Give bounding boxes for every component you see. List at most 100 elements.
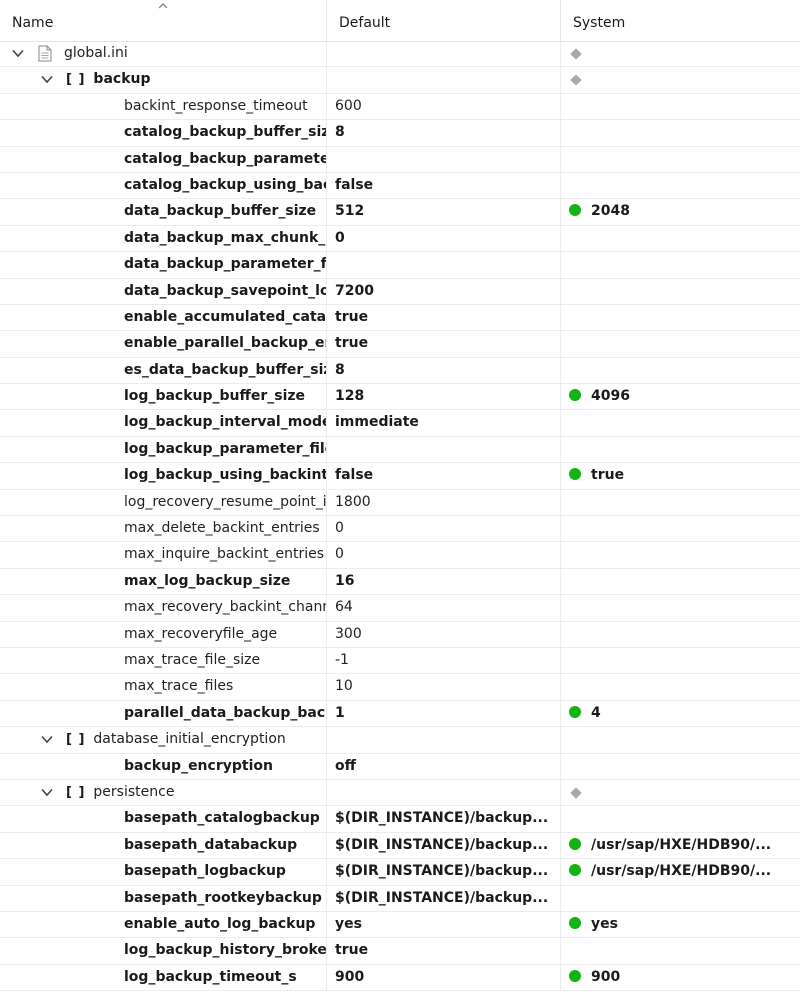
system-value-cell[interactable] <box>561 886 800 911</box>
system-value-cell[interactable] <box>561 67 800 92</box>
default-value[interactable]: immediate <box>327 410 561 436</box>
default-value[interactable]: 8 <box>327 357 561 384</box>
default-value[interactable]: yes <box>327 911 561 938</box>
default-value[interactable]: -1 <box>327 647 561 674</box>
default-value[interactable]: true <box>327 304 561 331</box>
system-value-cell[interactable] <box>561 648 800 673</box>
section-row[interactable]: [ ] backup <box>0 67 800 94</box>
default-value[interactable]: 512 <box>327 199 561 225</box>
default-value[interactable]: true <box>327 938 561 964</box>
parameter-row[interactable]: backint_response_timeout 600 <box>0 93 800 121</box>
file-row[interactable]: global.ini <box>0 41 800 68</box>
default-value[interactable]: off <box>327 753 561 779</box>
system-value-cell[interactable] <box>561 252 800 277</box>
parameter-row[interactable]: basepath_logbackup $(DIR_INSTANCE)/backup… <box>0 859 800 886</box>
default-value[interactable]: 10 <box>327 674 561 700</box>
chevron-down-icon[interactable] <box>11 41 25 66</box>
default-value[interactable]: 600 <box>327 93 561 120</box>
default-value[interactable]: 0 <box>327 516 561 542</box>
parameter-row[interactable]: basepath_databackup $(DIR_INSTANCE)/backu… <box>0 832 800 860</box>
parameter-row[interactable]: max_delete_backint_entries 0 <box>0 516 800 543</box>
system-value-cell[interactable] <box>561 780 800 805</box>
default-value[interactable] <box>327 436 561 463</box>
system-value-cell[interactable]: /usr/sap/HXE/HDB90/... <box>561 833 800 858</box>
default-value[interactable] <box>327 146 561 172</box>
parameter-row[interactable]: basepath_catalogbackup $(DIR_INSTANCE)/ba… <box>0 806 800 833</box>
default-value[interactable]: 0 <box>327 225 561 252</box>
section-row[interactable]: [ ] persistence <box>0 779 800 807</box>
parameter-row[interactable]: backup_encryption off <box>0 753 800 780</box>
parameter-row[interactable]: data_backup_savepoint_lock_timeout7200 <box>0 278 800 305</box>
default-value[interactable]: 64 <box>327 595 561 621</box>
default-value[interactable]: true <box>327 331 561 357</box>
parameter-row[interactable]: log_backup_history_broken true <box>0 938 800 965</box>
default-value[interactable]: $(DIR_INSTANCE)/backup... <box>327 832 561 859</box>
parameter-row[interactable]: enable_parallel_backup_encryptiontrue <box>0 331 800 358</box>
column-header-default[interactable]: Default <box>327 0 561 41</box>
default-value[interactable]: 300 <box>327 621 561 647</box>
system-value-cell[interactable]: 2048 <box>561 199 800 224</box>
system-value-cell[interactable] <box>561 754 800 779</box>
default-value[interactable] <box>327 67 561 93</box>
parameter-row[interactable]: es_data_backup_buffer_size 8 <box>0 357 800 385</box>
default-value[interactable]: 8 <box>327 120 561 146</box>
parameter-row[interactable]: enable_auto_log_backup yes yes <box>0 911 800 939</box>
default-value[interactable]: $(DIR_INSTANCE)/backup... <box>327 885 561 911</box>
default-value[interactable] <box>327 779 561 806</box>
parameter-row[interactable]: data_backup_parameter_file <box>0 252 800 279</box>
parameter-row[interactable]: max_recovery_backint_channels64 <box>0 595 800 622</box>
system-value-cell[interactable] <box>561 490 800 515</box>
system-value-cell[interactable] <box>561 94 800 119</box>
system-value-cell[interactable] <box>561 516 800 541</box>
default-value[interactable]: 128 <box>327 384 561 410</box>
parameter-row[interactable]: log_backup_parameter_file <box>0 436 800 464</box>
default-value[interactable]: $(DIR_INSTANCE)/backup... <box>327 859 561 885</box>
column-header-system[interactable]: System <box>561 0 800 41</box>
default-value[interactable]: $(DIR_INSTANCE)/backup... <box>327 806 561 832</box>
system-value-cell[interactable] <box>561 595 800 620</box>
system-value-cell[interactable] <box>561 331 800 356</box>
default-value[interactable]: 900 <box>327 964 561 991</box>
parameter-row[interactable]: max_log_backup_size 16 <box>0 568 800 596</box>
system-value-cell[interactable] <box>561 173 800 198</box>
system-value-cell[interactable] <box>561 41 800 66</box>
system-value-cell[interactable] <box>561 622 800 647</box>
default-value[interactable]: 1 <box>327 700 561 727</box>
default-value[interactable]: 7200 <box>327 278 561 304</box>
parameter-row[interactable]: log_backup_using_backint false true <box>0 463 800 490</box>
system-value-cell[interactable] <box>561 806 800 831</box>
system-value-cell[interactable] <box>561 305 800 330</box>
system-value-cell[interactable] <box>561 410 800 435</box>
system-value-cell[interactable] <box>561 120 800 145</box>
system-value-cell[interactable]: yes <box>561 912 800 937</box>
system-value-cell[interactable] <box>561 542 800 567</box>
chevron-down-icon[interactable] <box>40 727 54 752</box>
system-value-cell[interactable]: /usr/sap/HXE/HDB90/... <box>561 859 800 884</box>
parameter-row[interactable]: max_inquire_backint_entries 0 <box>0 542 800 569</box>
system-value-cell[interactable] <box>561 226 800 251</box>
default-value[interactable] <box>327 41 561 67</box>
default-value[interactable]: 16 <box>327 568 561 595</box>
system-value-cell[interactable]: 4 <box>561 701 800 726</box>
system-value-cell[interactable] <box>561 437 800 462</box>
parameter-row[interactable]: catalog_backup_using_backintfalse <box>0 172 800 200</box>
parameter-row[interactable]: parallel_data_backup_backint_channels1 4 <box>0 700 800 728</box>
parameter-row[interactable]: catalog_backup_parameter_file <box>0 146 800 173</box>
parameter-row[interactable]: log_backup_interval_mode immediate <box>0 410 800 437</box>
default-value[interactable]: 0 <box>327 542 561 568</box>
chevron-down-icon[interactable] <box>40 67 54 92</box>
parameter-row[interactable]: enable_accumulated_catalog_backuptrue <box>0 304 800 332</box>
parameter-row[interactable]: catalog_backup_buffer_size 8 <box>0 120 800 147</box>
system-value-cell[interactable] <box>561 147 800 172</box>
system-value-cell[interactable]: 4096 <box>561 384 800 409</box>
parameter-row[interactable]: log_backup_timeout_s 900 900 <box>0 964 800 992</box>
system-value-cell[interactable] <box>561 674 800 699</box>
system-value-cell[interactable] <box>561 938 800 963</box>
default-value[interactable]: false <box>327 463 561 489</box>
chevron-down-icon[interactable] <box>40 780 54 805</box>
parameter-row[interactable]: max_trace_file_size -1 <box>0 647 800 675</box>
default-value[interactable] <box>327 727 561 753</box>
parameter-row[interactable]: max_recoveryfile_age 300 <box>0 621 800 648</box>
system-value-cell[interactable] <box>561 279 800 304</box>
system-value-cell[interactable] <box>561 358 800 383</box>
